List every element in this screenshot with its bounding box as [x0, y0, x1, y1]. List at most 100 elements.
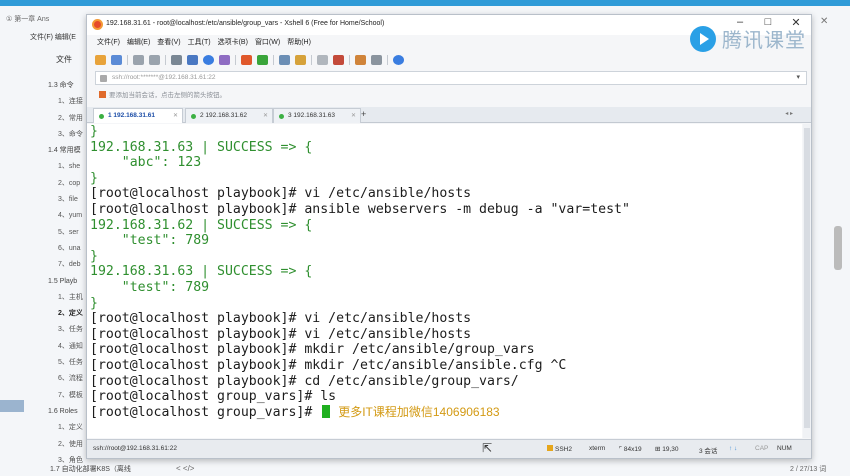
- globe-icon[interactable]: [203, 55, 214, 65]
- terminal-command-line: [root@localhost group_vars]# ls: [90, 389, 337, 405]
- toc-item[interactable]: 7、deb: [0, 257, 86, 273]
- layout-icon[interactable]: [355, 55, 366, 65]
- lock-icon: [100, 75, 107, 82]
- toc-item[interactable]: 5、ser: [0, 225, 86, 241]
- tab-session-1[interactable]: 1 192.168.31.61 ✕: [93, 108, 183, 123]
- bg-file-tab[interactable]: 文件: [56, 54, 72, 65]
- tab-close-icon[interactable]: ✕: [351, 112, 356, 119]
- scrollbar-thumb[interactable]: [804, 128, 810, 428]
- terminal-command-line: [root@localhost playbook]# mkdir /etc/an…: [90, 342, 535, 358]
- menu-item[interactable]: 工具(T): [188, 37, 211, 47]
- menu-item[interactable]: 文件(F): [97, 37, 120, 47]
- status-terminal-type: xterm: [589, 445, 606, 452]
- menu-item[interactable]: 选项卡(B): [218, 37, 248, 47]
- toc-item[interactable]: 3、命令: [0, 127, 86, 143]
- toc-item[interactable]: 3、file: [0, 192, 86, 208]
- fullscreen-icon[interactable]: [279, 55, 290, 65]
- bg-nav-icons[interactable]: < </>: [176, 464, 194, 473]
- lock-icon[interactable]: [295, 55, 306, 65]
- arrow-icon[interactable]: [99, 91, 106, 98]
- menu-item[interactable]: 编辑(E): [127, 37, 150, 47]
- terminal-output-line: }: [90, 124, 98, 139]
- toc-item-k8s[interactable]: 1.7 自动化部署K8S（离线: [50, 464, 131, 474]
- toc-item[interactable]: 2、cop: [0, 176, 86, 192]
- window-title: 192.168.31.61 - root@localhost:/etc/ansi…: [106, 20, 385, 27]
- transfer-icon[interactable]: [257, 55, 268, 65]
- menu-item[interactable]: 帮助(H): [287, 37, 311, 47]
- bg-close-icon[interactable]: ✕: [820, 16, 828, 27]
- toc-item[interactable]: 1、主机: [0, 290, 86, 306]
- terminal-command-line: [root@localhost playbook]# ansible webse…: [90, 201, 630, 217]
- status-protocol-label: SSH2: [555, 446, 572, 453]
- toolbar-separator: [311, 55, 312, 65]
- help-icon[interactable]: [393, 55, 404, 65]
- font-icon[interactable]: [219, 55, 230, 65]
- tab-layout-icon[interactable]: [371, 55, 382, 65]
- properties-icon[interactable]: [187, 55, 198, 65]
- bg-page-counter: 2 / 27/13 词: [790, 466, 827, 473]
- keyboard-icon[interactable]: [317, 55, 328, 65]
- xshell-window: 192.168.31.61 - root@localhost:/etc/ansi…: [86, 14, 812, 459]
- toc-item[interactable]: 1.4 常用模: [0, 143, 86, 159]
- script-icon[interactable]: [333, 55, 344, 65]
- tab-label: 2 192.168.31.62: [200, 112, 247, 119]
- copy-icon[interactable]: [133, 55, 144, 65]
- toolbar: [95, 53, 404, 67]
- toc-item[interactable]: 4、通知: [0, 339, 86, 355]
- menu-item[interactable]: 查看(V): [157, 37, 180, 47]
- paste-icon[interactable]: [149, 55, 160, 65]
- bg-window-title: ① 第一章 Ans: [6, 16, 50, 23]
- terminal-scrollbar[interactable]: [803, 124, 811, 438]
- tab-session-2[interactable]: 2 192.168.31.62 ✕: [185, 108, 273, 123]
- xshell-logo-icon: [92, 19, 103, 30]
- ssh-icon: [547, 445, 553, 451]
- session-hint: 要添加当前会话，点击左侧的箭头按钮。: [99, 89, 226, 99]
- toc-item[interactable]: 1、she: [0, 159, 86, 175]
- tab-close-icon[interactable]: ✕: [173, 112, 178, 119]
- bg-scrollbar[interactable]: [834, 226, 842, 270]
- address-dropdown-icon[interactable]: ▾: [796, 73, 800, 81]
- toolbar-separator: [165, 55, 166, 65]
- status-size-value: 84x19: [623, 446, 642, 453]
- toc-item[interactable]: 1.3 命令: [0, 78, 86, 94]
- xftp-icon[interactable]: [241, 55, 252, 65]
- bg-menu-bar[interactable]: 文件(F) 编辑(E: [30, 32, 76, 42]
- menu-item[interactable]: 窗口(W): [255, 37, 280, 47]
- tencent-classroom-logo-icon: [690, 25, 716, 52]
- session-tabs: 1 192.168.31.61 ✕ 2 192.168.31.62 ✕ 3 19…: [87, 107, 811, 123]
- watermark-text: 腾讯课堂: [722, 30, 806, 52]
- terminal-command-line: [root@localhost playbook]# vi /etc/ansib…: [90, 326, 472, 342]
- status-caps: CAP: [755, 445, 769, 452]
- connected-icon: [191, 114, 196, 119]
- new-session-icon[interactable]: [95, 55, 106, 65]
- toc-item[interactable]: 6、流程: [0, 371, 86, 387]
- toc-item[interactable]: 1.5 Playb: [0, 274, 86, 290]
- connected-icon: [99, 114, 104, 119]
- address-bar[interactable]: ssh://root:*******@192.168.31.61:22 ▾: [95, 71, 807, 85]
- open-icon[interactable]: [111, 55, 122, 65]
- find-icon[interactable]: [171, 55, 182, 65]
- toc-item[interactable]: 4、yum: [0, 208, 86, 224]
- toc-item[interactable]: 1、连接: [0, 94, 86, 110]
- toc-item[interactable]: 3、任务: [0, 322, 86, 338]
- connected-icon: [279, 114, 284, 119]
- terminal-output[interactable]: } 192.168.31.63 | SUCCESS => { "abc": 123…: [87, 124, 802, 438]
- tab-label: 3 192.168.31.63: [288, 112, 335, 119]
- new-tab-button[interactable]: +: [361, 109, 366, 119]
- toc-item[interactable]: 2、常用: [0, 111, 86, 127]
- hint-text: 要添加当前会话，点击左侧的箭头按钮。: [109, 92, 226, 99]
- toc-item[interactable]: 6、una: [0, 241, 86, 257]
- terminal-output-line: "test": 789: [90, 279, 210, 295]
- terminal-command-line: [root@localhost playbook]# vi /etc/ansib…: [90, 311, 472, 327]
- tab-session-3[interactable]: 3 192.168.31.63 ✕: [273, 108, 361, 123]
- toc-item[interactable]: 5、任务: [0, 355, 86, 371]
- toc-item[interactable]: 1、定义: [0, 420, 86, 436]
- status-updown-icon[interactable]: ↑ ↓: [729, 445, 737, 452]
- toc-item[interactable]: 2、定义: [0, 306, 86, 322]
- toc-item[interactable]: 2、使用: [0, 437, 86, 453]
- tab-scroll-arrows[interactable]: ◂ ▸: [785, 110, 793, 117]
- tab-close-icon[interactable]: ✕: [263, 112, 268, 119]
- terminal-cursor: [322, 404, 331, 418]
- terminal-prompt-line[interactable]: [root@localhost group_vars]# 更多IT课程加微信14…: [90, 404, 802, 421]
- status-connection: ssh://root@192.168.31.61:22: [93, 445, 177, 452]
